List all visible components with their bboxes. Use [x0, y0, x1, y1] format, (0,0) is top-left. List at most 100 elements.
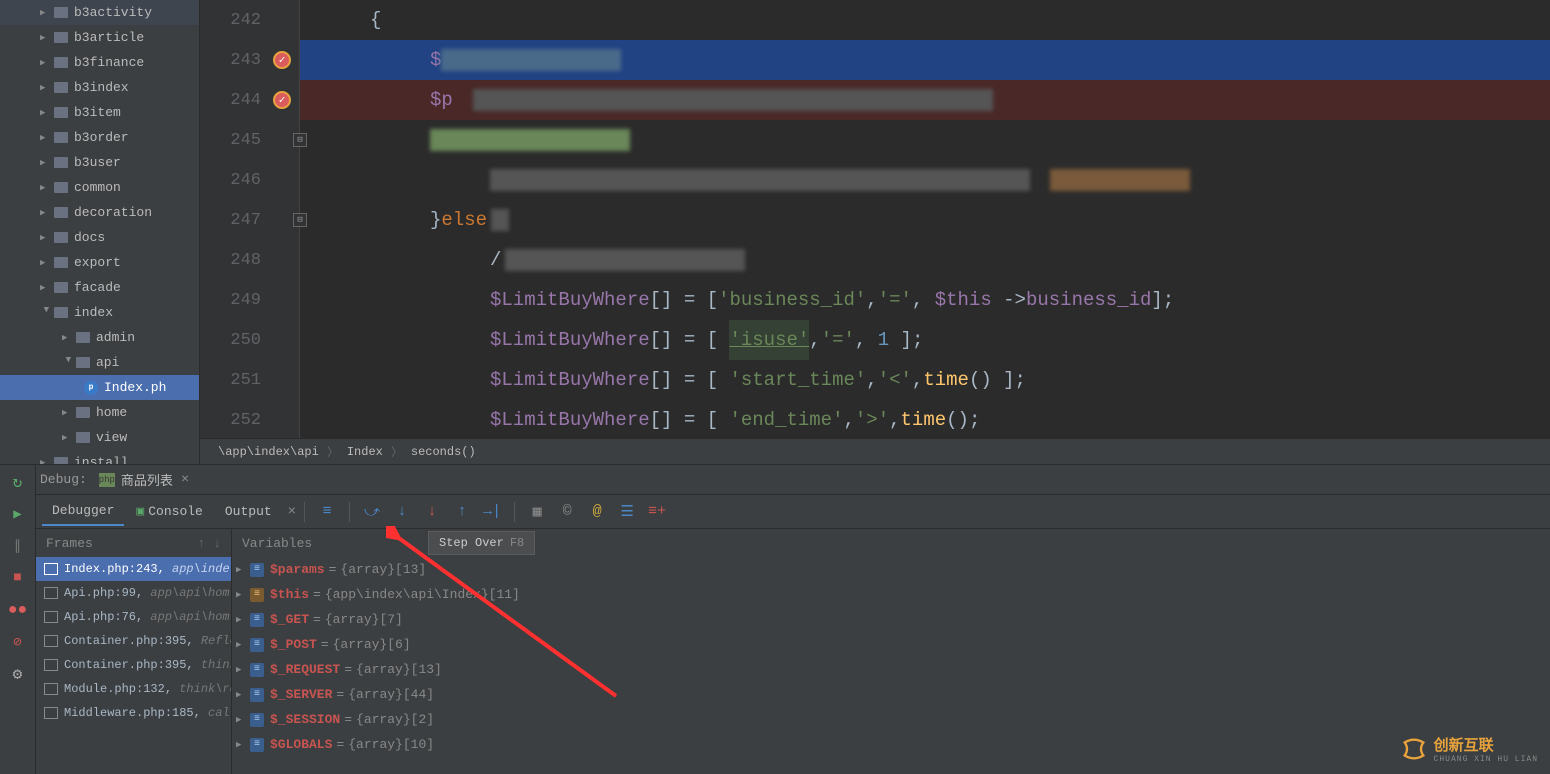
- resume-icon[interactable]: ▶: [9, 505, 27, 523]
- tree-item-view[interactable]: ▶view: [0, 425, 199, 450]
- gutter-line-242[interactable]: 242: [200, 0, 299, 40]
- tree-item-b3article[interactable]: ▶b3article: [0, 25, 199, 50]
- variable-item[interactable]: ▶≡$GLOBALS={array} [10]: [236, 732, 1550, 757]
- list-icon[interactable]: ☰: [615, 500, 639, 524]
- breadcrumb[interactable]: \app\index\api〉 Index〉 seconds(): [200, 438, 1550, 464]
- tree-item-b3user[interactable]: ▶b3user: [0, 150, 199, 175]
- tree-item-decoration[interactable]: ▶decoration: [0, 200, 199, 225]
- tree-item-index[interactable]: ▶index: [0, 300, 199, 325]
- pause-icon[interactable]: ∥: [9, 537, 27, 555]
- breadcrumb-method[interactable]: seconds(): [411, 445, 476, 459]
- chevron-icon: ▶: [40, 8, 52, 18]
- variable-item[interactable]: ▶≡$_SERVER={array} [44]: [236, 682, 1550, 707]
- close-icon[interactable]: ×: [288, 504, 296, 520]
- gutter-line-252[interactable]: 252: [200, 400, 299, 440]
- variable-item[interactable]: ▶≡$_POST={array} [6]: [236, 632, 1550, 657]
- mute-breakpoints-icon[interactable]: ⊘: [9, 633, 27, 651]
- breadcrumb-path[interactable]: \app\index\api: [218, 445, 319, 459]
- gutter-line-245[interactable]: 245⊟: [200, 120, 299, 160]
- folder-icon: [76, 357, 90, 368]
- debug-label: Debug:: [40, 472, 87, 487]
- breakpoint-icon[interactable]: [273, 51, 291, 69]
- variable-item[interactable]: ▶≡$_GET={array} [7]: [236, 607, 1550, 632]
- show-execution-point-icon[interactable]: ≡: [315, 500, 339, 524]
- folder-icon: [54, 282, 68, 293]
- tree-label: b3item: [74, 105, 121, 120]
- variable-item[interactable]: ▶≡$this={app\index\api\Index} [11]: [236, 582, 1550, 607]
- chevron-icon: ▶: [40, 133, 52, 143]
- code-editor[interactable]: 242243244245⊟246247⊟248249250251252253 {…: [200, 0, 1550, 464]
- tree-item-b3order[interactable]: ▶b3order: [0, 125, 199, 150]
- tree-item-api[interactable]: ▶api: [0, 350, 199, 375]
- chevron-icon: ▶: [63, 357, 73, 369]
- gutter-line-243[interactable]: 243: [200, 40, 299, 80]
- gutter-line-248[interactable]: 248: [200, 240, 299, 280]
- gutter-line-251[interactable]: 251: [200, 360, 299, 400]
- frame-down-icon[interactable]: ↓: [213, 536, 221, 551]
- chevron-icon: ▶: [236, 615, 250, 625]
- step-over-icon[interactable]: ⤻: [360, 500, 384, 524]
- gutter-line-244[interactable]: 244: [200, 80, 299, 120]
- tree-item-b3activity[interactable]: ▶b3activity: [0, 0, 199, 25]
- gutter-line-247[interactable]: 247⊟: [200, 200, 299, 240]
- gutter-line-249[interactable]: 249: [200, 280, 299, 320]
- tree-item-admin[interactable]: ▶admin: [0, 325, 199, 350]
- gutter-line-250[interactable]: 250: [200, 320, 299, 360]
- frame-item[interactable]: Container.php:395, Refle: [36, 629, 231, 653]
- coin-icon[interactable]: ©: [555, 500, 579, 524]
- tree-item-export[interactable]: ▶ export: [0, 250, 199, 275]
- watermark-text: 创新互联: [1434, 734, 1538, 755]
- add-watch-icon[interactable]: ≡+: [645, 500, 669, 524]
- gutter-line-246[interactable]: 246: [200, 160, 299, 200]
- tree-item-home[interactable]: ▶home: [0, 400, 199, 425]
- force-step-into-icon[interactable]: ↓: [420, 500, 444, 524]
- tree-item-index.ph[interactable]: pIndex.ph: [0, 375, 199, 400]
- frame-item[interactable]: Middleware.php:185, call: [36, 701, 231, 725]
- frame-item[interactable]: Container.php:395, think: [36, 653, 231, 677]
- var-type-icon: ≡: [250, 713, 264, 727]
- tree-item-b3index[interactable]: ▶b3index: [0, 75, 199, 100]
- file-tree[interactable]: ▶b3activity▶b3article▶b3finance▶b3index▶…: [0, 0, 200, 464]
- close-tab-icon[interactable]: ×: [181, 472, 189, 488]
- at-icon[interactable]: @: [585, 500, 609, 524]
- chevron-icon: ▶: [40, 158, 52, 168]
- chevron-icon: ▶: [236, 715, 250, 725]
- stop-icon[interactable]: ■: [9, 569, 27, 587]
- breakpoints-icon[interactable]: ●●: [9, 601, 27, 619]
- frame-item[interactable]: Api.php:99, app\api\hom: [36, 581, 231, 605]
- frame-item[interactable]: Index.php:243, app\inde: [36, 557, 231, 581]
- folder-icon: [54, 107, 68, 118]
- line-number: 246: [230, 171, 261, 190]
- settings-icon[interactable]: ⚙: [9, 665, 27, 683]
- tab-debugger[interactable]: Debugger: [42, 497, 124, 526]
- frame-item[interactable]: Module.php:132, think\rc: [36, 677, 231, 701]
- frame-item[interactable]: Api.php:76, app\api\hom: [36, 605, 231, 629]
- variable-item[interactable]: ▶≡$_REQUEST={array} [13]: [236, 657, 1550, 682]
- tree-item-install[interactable]: ▶install: [0, 450, 199, 464]
- run-to-cursor-icon[interactable]: →|: [480, 500, 504, 524]
- breadcrumb-class[interactable]: Index: [347, 445, 383, 459]
- step-into-icon[interactable]: ↓: [390, 500, 414, 524]
- evaluate-icon[interactable]: ▦: [525, 500, 549, 524]
- variable-item[interactable]: ▶≡$params={array} [13]: [236, 557, 1550, 582]
- tree-label: b3index: [74, 80, 129, 95]
- frame-up-icon[interactable]: ↑: [197, 536, 205, 551]
- debug-tab-name[interactable]: 商品列表: [121, 470, 173, 489]
- tree-item-docs[interactable]: ▶docs: [0, 225, 199, 250]
- tree-item-common[interactable]: ▶common: [0, 175, 199, 200]
- tree-item-b3finance[interactable]: ▶b3finance: [0, 50, 199, 75]
- tab-console[interactable]: ▣Console: [126, 498, 212, 525]
- chevron-icon: ▶: [40, 258, 52, 268]
- step-out-icon[interactable]: ↑: [450, 500, 474, 524]
- tree-item-b3item[interactable]: ▶b3item: [0, 100, 199, 125]
- rerun-icon[interactable]: ↻: [9, 473, 27, 491]
- tree-label: export: [74, 255, 121, 270]
- variable-item[interactable]: ▶≡$_SESSION={array} [2]: [236, 707, 1550, 732]
- tab-output[interactable]: Output: [215, 498, 282, 525]
- breakpoint-icon[interactable]: [273, 91, 291, 109]
- code-var: $: [430, 40, 441, 80]
- tree-item-facade[interactable]: ▶facade: [0, 275, 199, 300]
- code-area[interactable]: { $ $p } else / $LimitBuyWhere[] = ['bus…: [300, 0, 1550, 464]
- tree-label: docs: [74, 230, 105, 245]
- folder-icon: [54, 157, 68, 168]
